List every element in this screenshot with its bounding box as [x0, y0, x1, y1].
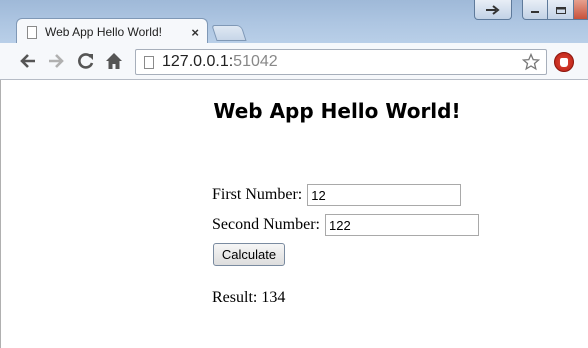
second-number-row: Second Number: — [212, 214, 479, 236]
calculate-button[interactable]: Calculate — [213, 243, 285, 266]
maximize-button[interactable] — [548, 0, 574, 20]
close-tab-icon[interactable]: × — [191, 25, 199, 40]
page-icon — [144, 55, 154, 69]
back-arrow-glyph — [20, 54, 35, 68]
forward-arrow-icon[interactable] — [46, 51, 66, 71]
second-number-field[interactable] — [324, 214, 479, 236]
second-number-label: Second Number: — [212, 216, 320, 233]
page-content: Web App Hello World! First Number: Secon… — [0, 80, 588, 348]
star-icon[interactable] — [521, 52, 541, 76]
star-glyph — [521, 52, 541, 71]
tab-active[interactable]: Web App Hello World! × — [16, 18, 208, 45]
window-extra-button[interactable] — [474, 0, 512, 20]
home-icon[interactable] — [104, 51, 124, 71]
hand-glyph — [560, 57, 568, 67]
window-controls — [474, 0, 588, 21]
new-tab-button[interactable] — [211, 25, 247, 41]
back-arrow-icon[interactable] — [18, 51, 38, 71]
page-title: Web App Hello World! — [213, 99, 461, 123]
result-text: Result: 134 — [212, 289, 285, 307]
first-number-label: First Number: — [212, 186, 303, 203]
forward-arrow-glyph — [49, 54, 64, 68]
result-label: Result: — [212, 289, 258, 306]
result-value: 134 — [261, 289, 286, 306]
browser-window: Web App Hello World! × 127.0.0.1:51042 W… — [0, 0, 588, 348]
url-host: 127.0.0.1: — [162, 53, 234, 70]
stop-hand-icon[interactable] — [554, 52, 574, 72]
url-port: 51042 — [233, 53, 278, 70]
restore-icon — [555, 6, 566, 14]
address-url: 127.0.0.1:51042 — [162, 53, 278, 71]
minimize-button[interactable] — [522, 0, 548, 20]
arrow-right-icon — [486, 4, 500, 15]
reload-icon[interactable] — [76, 51, 96, 71]
first-number-field[interactable] — [307, 184, 462, 206]
address-bar[interactable]: 127.0.0.1:51042 — [135, 49, 547, 75]
minimize-icon — [531, 10, 539, 13]
close-window-button[interactable] — [574, 0, 588, 20]
home-glyph — [106, 53, 122, 69]
first-number-row: First Number: — [212, 184, 462, 206]
browser-toolbar: 127.0.0.1:51042 — [0, 43, 588, 80]
tab-strip: Web App Hello World! × — [0, 0, 588, 45]
reload-glyph — [78, 53, 94, 69]
tab-title: Web App Hello World! — [45, 25, 162, 39]
page-icon — [27, 25, 37, 39]
